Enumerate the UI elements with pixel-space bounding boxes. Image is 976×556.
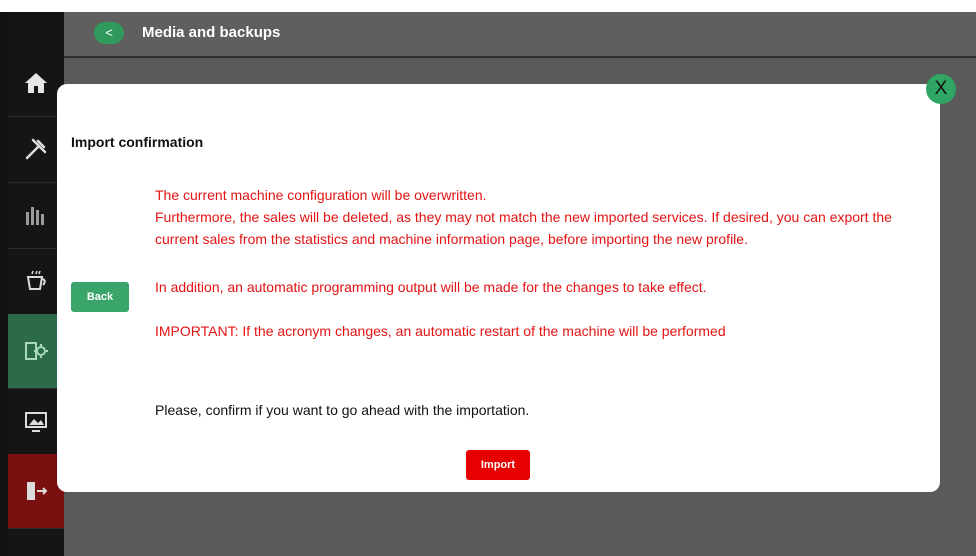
sidebar-item-cup[interactable] [8, 248, 64, 315]
sidebar-item-display[interactable] [8, 388, 64, 455]
close-dialog-button[interactable]: X [926, 74, 956, 104]
exit-icon [27, 482, 48, 500]
tools-icon [25, 138, 47, 160]
import-confirmation-dialog: Import confirmation The current machine … [57, 84, 940, 492]
top-strip [0, 0, 976, 12]
warning-message-2: Furthermore, the sales will be deleted, … [155, 209, 892, 247]
cup-icon [26, 270, 46, 290]
sidebar-item-stats[interactable] [8, 182, 64, 249]
sidebar-item-settings-export[interactable] [8, 314, 64, 389]
page-header: < Media and backups [64, 12, 976, 58]
back-button[interactable]: Back [71, 282, 129, 312]
page-title: Media and backups [142, 24, 281, 41]
confirm-prompt: Please, confirm if you want to go ahead … [155, 402, 530, 418]
sidebar-item-home[interactable] [8, 50, 64, 117]
home-icon [25, 73, 47, 93]
dialog-title: Import confirmation [71, 134, 204, 150]
import-button[interactable]: Import [466, 450, 530, 480]
stats-icon [26, 207, 44, 225]
display-icon [25, 412, 47, 432]
warning-message-4: IMPORTANT: If the acronym changes, an au… [155, 323, 726, 339]
warning-message-3: In addition, an automatic programming ou… [155, 279, 707, 295]
settings-export-icon [25, 342, 48, 360]
warning-message-1: The current machine configuration will b… [155, 187, 487, 203]
sidebar-item-exit[interactable] [8, 454, 64, 529]
header-back-button[interactable]: < [94, 22, 124, 44]
sidebar [8, 12, 64, 556]
sidebar-item-tools[interactable] [8, 116, 64, 183]
